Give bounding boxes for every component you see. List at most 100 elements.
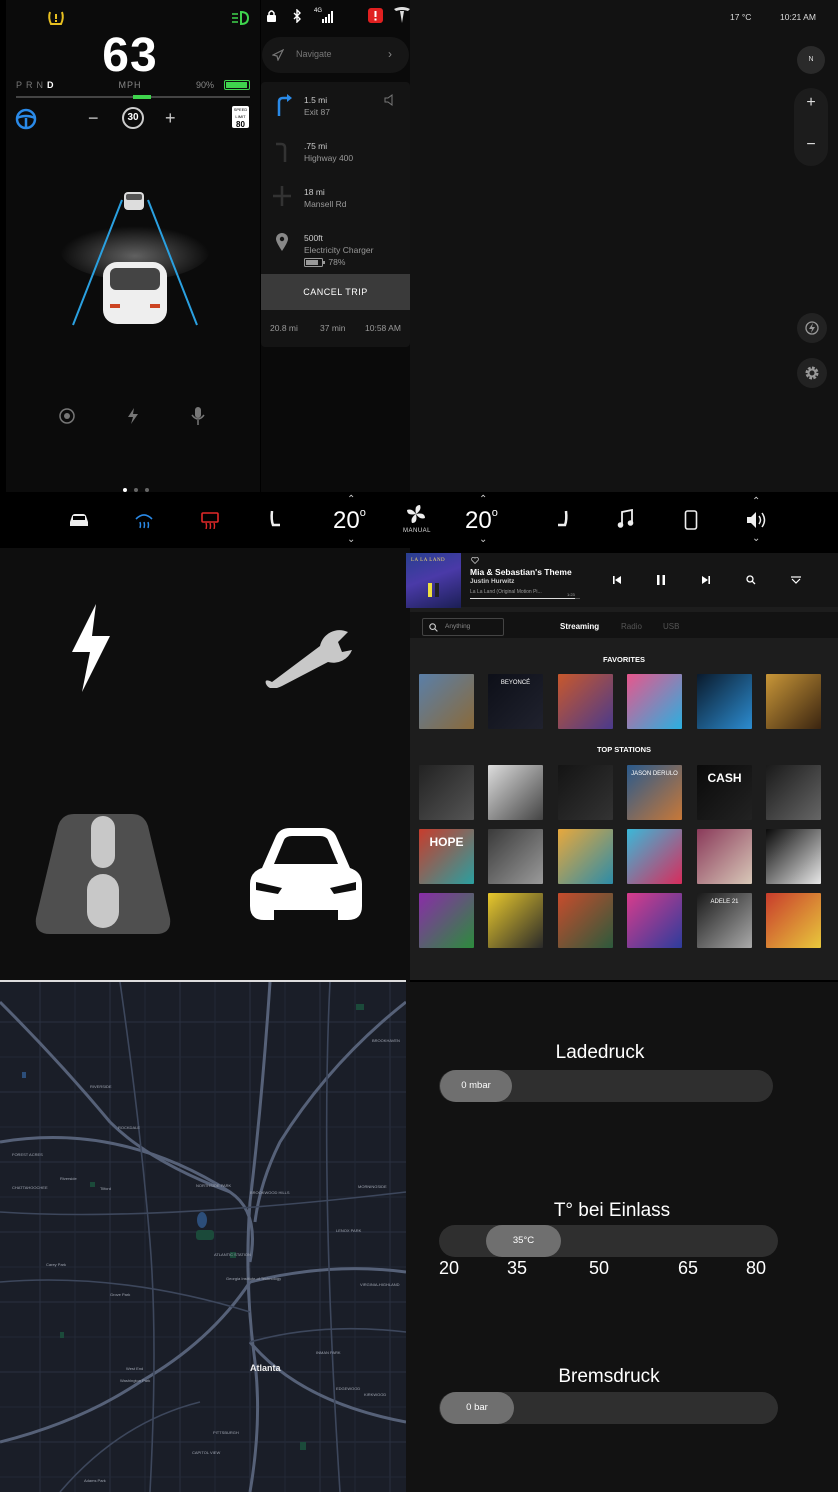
album-grid: BEYONCÉ JASON DERULO CASH HOPE ADELE 21 — [0, 0, 838, 948]
station-album[interactable]: CASH — [697, 765, 752, 820]
station-album[interactable]: JASON DERULO — [627, 765, 682, 820]
navigate-search[interactable]: Navigate › — [262, 37, 409, 73]
favorite-album[interactable] — [627, 674, 682, 729]
intake-temperature-value[interactable]: 35°C — [486, 1225, 561, 1257]
car-menu-icon[interactable] — [68, 512, 90, 528]
tab-streaming[interactable]: Streaming — [560, 622, 599, 631]
next-track-icon[interactable] — [701, 575, 711, 585]
station-album[interactable]: ADELE 21 — [697, 893, 752, 948]
direction-step[interactable]: 1.5 mi Exit 87 — [304, 94, 330, 118]
station-album[interactable] — [766, 765, 821, 820]
media-search-icon[interactable] — [746, 575, 756, 585]
cruise-decrease-button[interactable]: − — [88, 108, 99, 129]
map-place-label: EDGEWOOD — [336, 1386, 361, 1391]
battery-icon — [224, 80, 250, 90]
fan-icon[interactable] — [405, 503, 427, 525]
heart-icon[interactable] — [471, 557, 479, 564]
trip-distance: 20.8 mi — [270, 323, 298, 333]
direction-step[interactable]: 500ft Electricity Charger 78% — [304, 232, 373, 268]
album-cover-text: JASON DERULO — [631, 771, 678, 777]
station-album[interactable] — [488, 893, 543, 948]
map-settings-button[interactable] — [797, 358, 827, 388]
bluetooth-icon[interactable] — [292, 9, 302, 23]
favorite-album[interactable] — [558, 674, 613, 729]
tab-usb[interactable]: USB — [663, 622, 679, 631]
volume-down-button[interactable]: ⌄ — [752, 533, 760, 544]
pause-icon[interactable] — [656, 574, 666, 586]
previous-track-icon[interactable] — [612, 575, 622, 585]
front-defrost-icon[interactable] — [134, 511, 154, 529]
turn-left-icon — [276, 142, 287, 162]
driver-temp-down-button[interactable]: ⌄ — [347, 534, 355, 545]
signal-icon — [322, 11, 333, 23]
favorite-album[interactable] — [419, 674, 474, 729]
brake-pressure-value[interactable]: 0 bar — [440, 1392, 514, 1424]
intake-temp-tick: 35 — [507, 1258, 528, 1278]
autopilot-steering-icon[interactable] — [14, 108, 38, 130]
station-album[interactable] — [766, 893, 821, 948]
station-album[interactable] — [558, 893, 613, 948]
map-view[interactable] — [410, 0, 838, 492]
passenger-temp-down-button[interactable]: ⌄ — [479, 534, 487, 545]
cruise-increase-button[interactable]: + — [165, 108, 176, 129]
zoom-out-button[interactable]: − — [794, 136, 828, 154]
charge-icon[interactable] — [126, 407, 140, 425]
outside-temperature: 17 °C — [730, 12, 752, 22]
microphone-icon[interactable] — [191, 406, 205, 426]
station-album[interactable] — [419, 893, 474, 948]
cancel-trip-button[interactable]: CANCEL TRIP — [261, 274, 410, 310]
map-place-label: INMAN PARK — [316, 1350, 341, 1355]
station-album[interactable] — [697, 829, 752, 884]
zoom-in-button[interactable]: + — [794, 94, 828, 112]
charger-battery: 78% — [304, 256, 373, 268]
music-icon[interactable] — [617, 509, 635, 529]
charger-battery-percent: 78% — [328, 257, 346, 267]
speed-limit-sign: SPEED LIMIT 80 — [232, 106, 249, 129]
volume-up-button[interactable]: ⌃ — [752, 496, 760, 507]
tab-radio[interactable]: Radio — [621, 622, 642, 631]
station-album[interactable] — [488, 829, 543, 884]
station-album[interactable] — [558, 829, 613, 884]
boost-pressure-value[interactable]: 0 mbar — [440, 1070, 512, 1102]
rear-defrost-icon[interactable] — [200, 511, 220, 529]
direction-step[interactable]: .75 mi Highway 400 — [304, 140, 353, 164]
speaker-icon[interactable] — [384, 94, 396, 106]
alert-icon[interactable] — [368, 8, 383, 23]
station-album[interactable] — [419, 765, 474, 820]
tesla-logo-icon[interactable] — [392, 6, 412, 24]
favorite-album[interactable]: BEYONCÉ — [488, 674, 543, 729]
map-place-label: BROOKHAVEN — [372, 1038, 400, 1043]
volume-icon[interactable] — [746, 510, 768, 530]
phone-icon[interactable] — [684, 510, 698, 530]
service-wrench-icon[interactable] — [258, 622, 358, 688]
driver-temp-up-button[interactable]: ⌃ — [347, 494, 355, 505]
compass-button[interactable]: N — [797, 46, 825, 74]
driver-seat-heater-icon[interactable] — [268, 510, 282, 530]
passenger-seat-heater-icon[interactable] — [556, 510, 570, 530]
passenger-temp-up-button[interactable]: ⌃ — [479, 494, 487, 505]
superchargers-button[interactable] — [797, 313, 827, 343]
favorite-album[interactable] — [766, 674, 821, 729]
favorite-album[interactable] — [697, 674, 752, 729]
degree-symbol: o — [359, 507, 366, 519]
station-album[interactable]: HOPE — [419, 829, 474, 884]
station-album[interactable] — [627, 829, 682, 884]
collapse-media-icon[interactable] — [790, 575, 802, 585]
charging-tile-icon[interactable] — [68, 602, 114, 694]
favorites-heading: FAVORITES — [603, 655, 645, 664]
driver-temperature[interactable]: 20o — [333, 507, 366, 535]
media-search-input[interactable]: Anything — [422, 618, 504, 636]
direction-step[interactable]: 18 mi Mansell Rd — [304, 186, 347, 210]
passenger-temp-value: 20 — [465, 507, 492, 534]
station-album[interactable] — [558, 765, 613, 820]
station-album[interactable] — [766, 829, 821, 884]
camera-icon[interactable] — [58, 407, 76, 425]
station-album[interactable] — [627, 893, 682, 948]
intake-temp-tick: 80 — [746, 1258, 767, 1278]
car-controls-icon[interactable] — [248, 826, 364, 922]
autopilot-lane-icon[interactable] — [34, 812, 172, 936]
now-playing-album-art[interactable]: LA LA LAND — [406, 553, 461, 608]
lock-icon[interactable] — [266, 9, 277, 23]
passenger-temperature[interactable]: 20o — [465, 507, 498, 535]
station-album[interactable] — [488, 765, 543, 820]
